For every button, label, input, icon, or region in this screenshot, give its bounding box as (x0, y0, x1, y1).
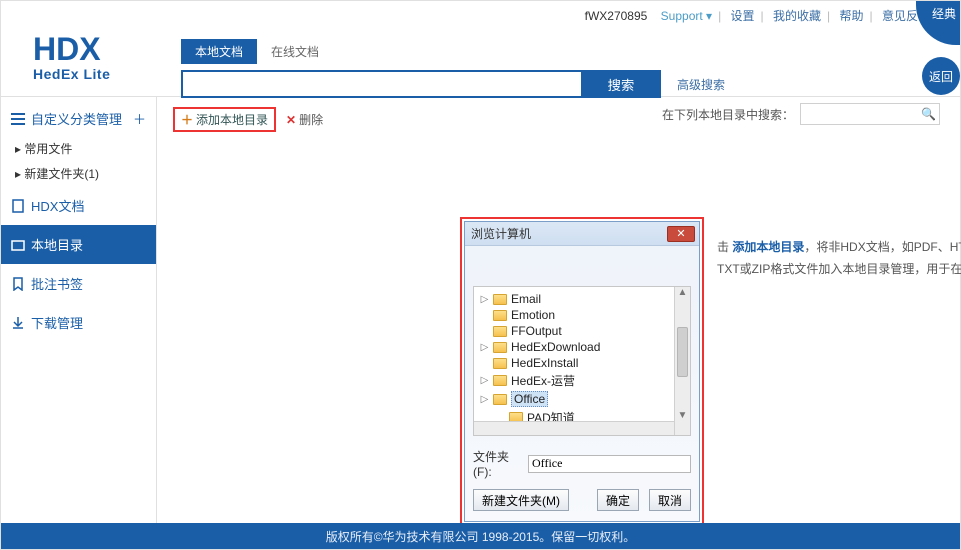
tab-online-docs[interactable]: 在线文档 (257, 39, 333, 64)
plus-icon: ＋ (181, 111, 193, 128)
logo-mark: HDX (33, 31, 110, 68)
tab-local-docs[interactable]: 本地文档 (181, 39, 257, 64)
copyright: 版权所有©华为技术有限公司 1998-2015。保留一切权利。 (326, 528, 636, 545)
new-folder-button[interactable]: 新建文件夹(M) (473, 489, 569, 511)
sidebar-item-common[interactable]: ▸ 常用文件 (15, 136, 156, 161)
help-link[interactable]: 帮助 (840, 9, 864, 23)
favorites-link[interactable]: 我的收藏 (773, 9, 821, 23)
logo: HDX HedEx Lite (33, 31, 110, 82)
folder-icon (493, 358, 507, 369)
folder-field-label: 文件夹(F): (473, 448, 522, 479)
sidebar-hdx-docs[interactable]: HDX文档 (1, 186, 156, 225)
download-icon (11, 316, 25, 330)
folder-icon (493, 294, 507, 305)
sidebar-local-dir[interactable]: 本地目录 (1, 225, 156, 264)
bookmark-icon (11, 277, 25, 291)
sidebar-item-newfolder[interactable]: ▸ 新建文件夹(1) (15, 161, 156, 186)
hint-text: 击 添加本地目录，将非HDX文档，如PDF、HTML、 TXT或ZIP格式文件加… (717, 237, 961, 280)
search-button[interactable]: 搜索 (581, 70, 661, 98)
corner-back-button[interactable]: 返回 (922, 57, 960, 95)
dialog-close-button[interactable]: ✕ (667, 226, 695, 242)
list-icon (11, 112, 25, 126)
folder-icon (493, 375, 507, 386)
add-category-icon[interactable]: ＋ (133, 109, 146, 128)
doc-tabs: 本地文档 在线文档 (181, 39, 725, 64)
sidebar-custom-category[interactable]: 自定义分类管理 ＋ (1, 101, 156, 136)
doc-icon (11, 199, 25, 213)
dialog-title: 浏览计算机 (471, 225, 531, 242)
vertical-scrollbar[interactable]: ▲▼ (674, 287, 690, 435)
horizontal-scrollbar[interactable] (474, 421, 674, 435)
add-local-dir-button[interactable]: ＋添加本地目录 (173, 107, 276, 132)
filter-input[interactable] (800, 103, 940, 125)
dialog-titlebar[interactable]: 浏览计算机 ✕ (465, 222, 699, 246)
advanced-search-link[interactable]: 高级搜索 (677, 76, 725, 93)
settings-link[interactable]: 设置 (731, 9, 755, 23)
delete-button[interactable]: ✕删除 (286, 111, 323, 128)
footer: 版权所有©华为技术有限公司 1998-2015。保留一切权利。 (1, 523, 960, 549)
scrollbar-thumb[interactable] (677, 327, 688, 377)
sidebar-bookmarks[interactable]: 批注书签 (1, 264, 156, 303)
top-line: fWX270895 Support ▾| 设置| 我的收藏| 帮助| 意见反馈 (585, 7, 930, 24)
corner-classic-button[interactable]: 经典 (916, 1, 960, 45)
selected-tree-item[interactable]: Office (511, 391, 548, 407)
filter-label: 在下列本地目录中搜索： (662, 106, 794, 123)
folder-icon (11, 238, 25, 252)
folder-icon (493, 394, 507, 405)
sidebar: 自定义分类管理 ＋ ▸ 常用文件 ▸ 新建文件夹(1) HDX文档 本地目录 批… (1, 97, 157, 523)
folder-tree[interactable]: ▷Email Emotion FFOutput ▷HedExDownload H… (473, 286, 691, 436)
close-icon: ✕ (286, 113, 296, 127)
folder-icon (493, 342, 507, 353)
cancel-button[interactable]: 取消 (649, 489, 691, 511)
folder-name-input[interactable] (528, 455, 691, 473)
folder-icon (493, 310, 507, 321)
user-code: fWX270895 (585, 9, 648, 23)
support-link[interactable]: Support ▾ (661, 9, 712, 23)
content-area: ＋添加本地目录 ✕删除 在下列本地目录中搜索： 🔍 击 添加本地目录，将非HDX… (157, 97, 960, 523)
filter-row: 在下列本地目录中搜索： 🔍 (662, 103, 940, 125)
hint-add-link[interactable]: 添加本地目录 (732, 240, 804, 254)
sidebar-custom-items: ▸ 常用文件 ▸ 新建文件夹(1) (1, 136, 156, 186)
browse-dialog: 浏览计算机 ✕ ▷Email Emotion FFOutput ▷HedExDo… (464, 221, 700, 522)
ok-button[interactable]: 确定 (597, 489, 639, 511)
logo-subtitle: HedEx Lite (33, 66, 110, 82)
sidebar-download-manager[interactable]: 下载管理 (1, 303, 156, 342)
dialog-highlight-box: 浏览计算机 ✕ ▷Email Emotion FFOutput ▷HedExDo… (460, 217, 704, 526)
search-input[interactable] (181, 70, 581, 98)
folder-icon (493, 326, 507, 337)
